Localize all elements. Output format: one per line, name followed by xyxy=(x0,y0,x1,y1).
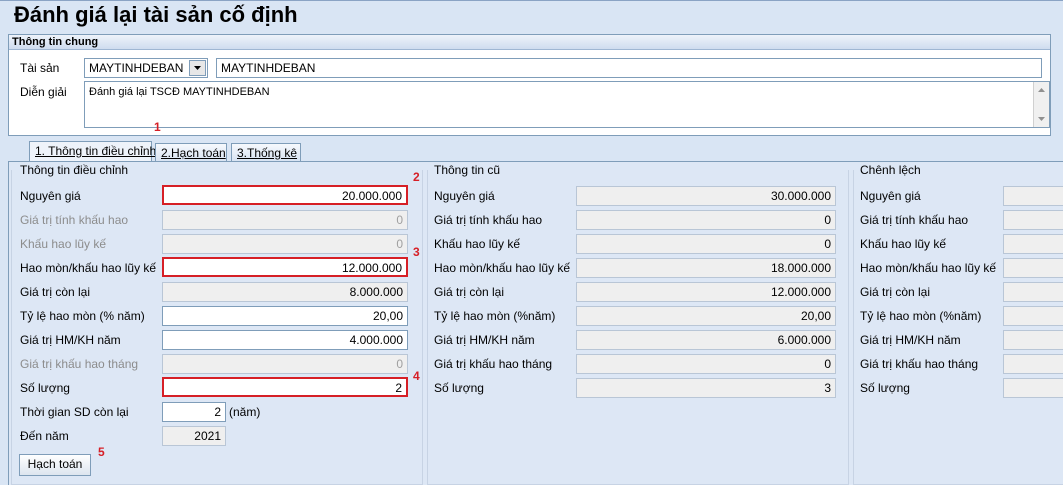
old-original-price-value: 30.000.000 xyxy=(576,186,836,206)
old-depreciable-value-label: Giá trị tính khấu hao xyxy=(434,213,543,227)
adjust-remaining-value-input: 8.000.000 xyxy=(162,282,408,302)
tab-adjust-info[interactable]: 1. Thông tin điều chỉnh xyxy=(29,141,156,162)
diff-annual-wear-value xyxy=(1003,330,1063,350)
page-title: Đánh giá lại tài sản cố định xyxy=(14,2,298,27)
diff-accumulated-wear-value xyxy=(1003,258,1063,278)
old-wear-rate-value: 20,00 xyxy=(576,306,836,326)
old-accumulated-depreciation-value: 0 xyxy=(576,234,836,254)
diff-monthly-depreciation-label: Giá trị khấu hao tháng xyxy=(860,357,979,371)
old-remaining-value-label: Giá trị còn lại xyxy=(434,285,505,299)
tab-statistics[interactable]: 3.Thống kê xyxy=(231,143,301,162)
diff-monthly-depreciation-value xyxy=(1003,354,1063,374)
post-button[interactable]: Hạch toán xyxy=(19,454,91,476)
adjust-depreciable-value-label: Giá trị tính khấu hao xyxy=(20,213,129,227)
remaining-time-input[interactable]: 2 xyxy=(162,402,226,422)
tab-statistics-label: 3.Thống kê xyxy=(237,146,298,160)
description-textarea[interactable]: Đánh giá lại TSCĐ MAYTINHDEBAN xyxy=(84,81,1050,128)
diff-quantity-label: Số lượng xyxy=(860,381,910,395)
annotation-4: 4 xyxy=(413,369,420,383)
adjust-accumulated-depreciation-input: 0 xyxy=(162,234,408,254)
old-depreciable-value-value: 0 xyxy=(576,210,836,230)
difference-title: Chênh lệch xyxy=(860,163,921,177)
diff-original-price-value xyxy=(1003,186,1063,206)
adjust-depreciable-value-input: 0 xyxy=(162,210,408,230)
asset-dropdown-button[interactable] xyxy=(189,60,206,76)
old-annual-wear-label: Giá trị HM/KH năm xyxy=(434,333,535,347)
end-year-input: 2021 xyxy=(162,426,226,446)
adjust-monthly-depreciation-input: 0 xyxy=(162,354,408,374)
adjust-quantity-label: Số lượng xyxy=(20,381,70,395)
description-label: Diễn giải xyxy=(20,85,67,99)
annotation-5: 5 xyxy=(98,445,105,459)
diff-depreciable-value-value xyxy=(1003,210,1063,230)
adjust-annual-wear-label: Giá trị HM/KH năm xyxy=(20,333,121,347)
diff-accumulated-depreciation-value xyxy=(1003,234,1063,254)
asset-name-field[interactable]: MAYTINHDEBAN xyxy=(216,58,1042,78)
adjust-accumulated-depreciation-label: Khấu hao lũy kế xyxy=(20,237,107,251)
old-quantity-label: Số lượng xyxy=(434,381,484,395)
end-year-label: Đến năm xyxy=(20,429,69,443)
diff-remaining-value-label: Giá trị còn lại xyxy=(860,285,931,299)
general-info-panel: Thông tin chung Tài sản MAYTINHDEBAN MAY… xyxy=(8,34,1051,136)
annotation-1: 1 xyxy=(154,120,161,134)
adjust-info-title: Thông tin điều chỉnh xyxy=(20,163,129,177)
old-monthly-depreciation-value: 0 xyxy=(576,354,836,374)
adjust-remaining-value-label: Giá trị còn lại xyxy=(20,285,91,299)
remaining-time-unit: (năm) xyxy=(229,405,261,419)
old-info-title: Thông tin cũ xyxy=(434,163,501,177)
old-annual-wear-value: 6.000.000 xyxy=(576,330,836,350)
asset-code-value: MAYTINHDEBAN xyxy=(89,61,184,75)
diff-remaining-value-value xyxy=(1003,282,1063,302)
old-accumulated-wear-label: Hao mòn/khấu hao lũy kế xyxy=(434,261,571,275)
diff-annual-wear-label: Giá trị HM/KH năm xyxy=(860,333,961,347)
remaining-time-label: Thời gian SD còn lại xyxy=(20,405,129,419)
adjust-annual-wear-input[interactable]: 4.000.000 xyxy=(162,330,408,350)
diff-wear-rate-label: Tỷ lệ hao mòn (%năm) xyxy=(860,309,982,323)
adjust-quantity-input[interactable]: 2 xyxy=(162,377,408,397)
adjust-original-price-input[interactable]: 20.000.000 xyxy=(162,185,408,205)
old-original-price-label: Nguyên giá xyxy=(434,189,495,203)
diff-depreciable-value-label: Giá trị tính khấu hao xyxy=(860,213,969,227)
annotation-2: 2 xyxy=(413,170,420,184)
annotation-3: 3 xyxy=(413,245,420,259)
tab-adjust-info-label: 1. Thông tin điều chỉnh xyxy=(35,144,157,158)
tab-posting[interactable]: 2.Hạch toán xyxy=(155,143,227,162)
asset-name-value: MAYTINHDEBAN xyxy=(221,61,316,75)
window-top-border xyxy=(0,0,1063,1)
old-wear-rate-label: Tỷ lệ hao mòn (%năm) xyxy=(434,309,556,323)
adjust-original-price-label: Nguyên giá xyxy=(20,189,81,203)
diff-wear-rate-value xyxy=(1003,306,1063,326)
old-quantity-value: 3 xyxy=(576,378,836,398)
old-accumulated-depreciation-label: Khấu hao lũy kế xyxy=(434,237,521,251)
adjust-monthly-depreciation-label: Giá trị khấu hao tháng xyxy=(20,357,139,371)
diff-original-price-label: Nguyên giá xyxy=(860,189,921,203)
scroll-arrows-icon xyxy=(1038,88,1045,121)
diff-accumulated-depreciation-label: Khấu hao lũy kế xyxy=(860,237,947,251)
adjust-wear-rate-input[interactable]: 20,00 xyxy=(162,306,408,326)
adjust-accumulated-wear-input[interactable]: 12.000.000 xyxy=(162,257,408,277)
old-accumulated-wear-value: 18.000.000 xyxy=(576,258,836,278)
description-scrollbar[interactable] xyxy=(1033,82,1049,127)
general-info-header: Thông tin chung xyxy=(9,35,1050,50)
old-remaining-value-value: 12.000.000 xyxy=(576,282,836,302)
adjust-accumulated-wear-label: Hao mòn/khấu hao lũy kế xyxy=(20,261,157,275)
tab-posting-label: 2.Hạch toán xyxy=(161,146,226,160)
asset-label: Tài sản xyxy=(20,61,60,75)
chevron-down-icon xyxy=(194,66,201,70)
description-value: Đánh giá lại TSCĐ MAYTINHDEBAN xyxy=(89,86,270,98)
diff-accumulated-wear-label: Hao mòn/khấu hao lũy kế xyxy=(860,261,997,275)
adjust-wear-rate-label: Tỷ lệ hao mòn (% năm) xyxy=(20,309,145,323)
old-monthly-depreciation-label: Giá trị khấu hao tháng xyxy=(434,357,553,371)
diff-quantity-value xyxy=(1003,378,1063,398)
